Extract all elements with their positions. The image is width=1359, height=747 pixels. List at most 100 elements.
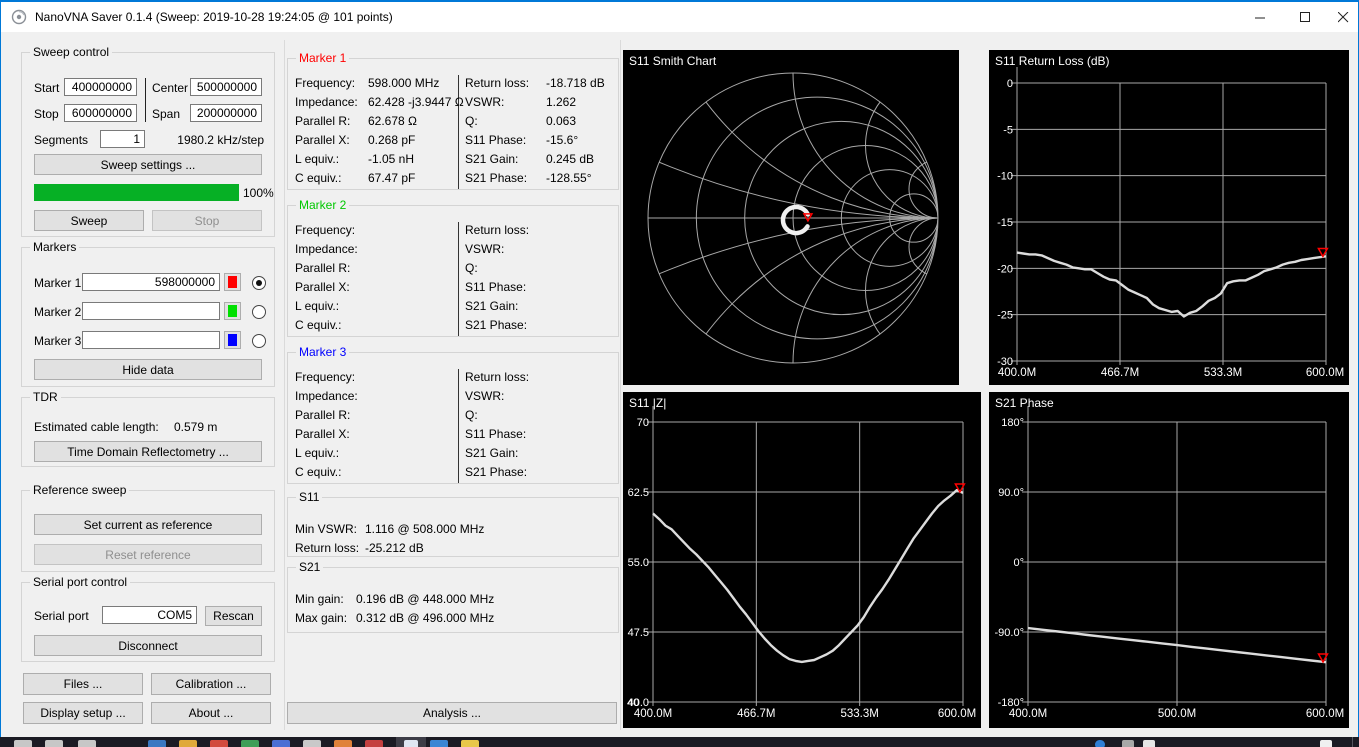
marker-1-color-swatch <box>228 276 237 288</box>
field-label: Return loss: <box>465 370 530 384</box>
reset-reference-button[interactable]: Reset reference <box>34 544 262 565</box>
marker-3-color-button[interactable] <box>224 331 241 349</box>
maximize-button[interactable] <box>1283 2 1328 32</box>
field-value: -1.05 nH <box>368 152 415 166</box>
search-icon[interactable] <box>45 740 63 747</box>
column-divider <box>458 222 459 336</box>
rescan-button[interactable]: Rescan <box>205 606 262 626</box>
app-icon-blue-3[interactable] <box>430 740 448 747</box>
start-button[interactable] <box>14 740 32 747</box>
app-icon-red-2[interactable] <box>365 740 383 747</box>
field-value: -15.6° <box>546 133 579 147</box>
tray-icon-1[interactable] <box>1122 740 1134 747</box>
tray-icon-2[interactable] <box>1143 740 1155 747</box>
center-frequency-input[interactable] <box>190 78 262 96</box>
close-button[interactable] <box>1328 2 1359 32</box>
chart-title: S11 |Z| <box>629 396 666 410</box>
stop-frequency-input[interactable] <box>64 104 137 122</box>
minimize-button[interactable] <box>1238 2 1283 32</box>
marker-2-frequency-input[interactable] <box>82 302 220 320</box>
field-label: Parallel X: <box>295 133 350 147</box>
start-frequency-input[interactable] <box>64 78 137 96</box>
x-tick-label: 400.0M <box>1009 708 1047 720</box>
set-reference-button[interactable]: Set current as reference <box>34 514 262 535</box>
marker-2-panel-title: Marker 2 <box>296 198 350 212</box>
y-tick-label: -20 <box>997 263 1013 275</box>
stop-button[interactable]: Stop <box>152 210 262 231</box>
x-tick-label: 533.3M <box>1204 367 1242 379</box>
panel-divider-right <box>620 40 621 730</box>
notification-area-icon[interactable] <box>1320 740 1332 747</box>
task-view-icon[interactable] <box>78 740 96 747</box>
span-frequency-input[interactable] <box>190 104 262 122</box>
show-desktop-divider[interactable] <box>1352 737 1353 747</box>
chart-title: S21 Phase <box>995 396 1054 410</box>
sweep-button[interactable]: Sweep <box>34 210 144 231</box>
field-label: Frequency: <box>295 76 356 90</box>
app-icon-yellow-2[interactable] <box>461 740 479 747</box>
app-icon-green[interactable] <box>241 740 259 747</box>
app-icon-orange[interactable] <box>334 740 352 747</box>
field-label: S21 Phase: <box>465 318 528 332</box>
tray-blue-dot[interactable] <box>1095 740 1105 747</box>
disconnect-button[interactable]: Disconnect <box>34 635 262 656</box>
y-tick-label: 0 <box>1007 78 1013 90</box>
cable-length-value: 0.579 m <box>174 420 218 434</box>
marker-3-panel-title: Marker 3 <box>296 345 350 359</box>
marker-3-active-radio[interactable] <box>252 334 266 348</box>
sweep-settings-button[interactable]: Sweep settings ... <box>34 154 262 175</box>
s21-summary-title: S21 <box>296 560 324 574</box>
field-label: S21 Phase: <box>465 465 528 479</box>
step-size-text: 1980.2 kHz/step <box>177 133 264 147</box>
app-icon-red[interactable] <box>210 740 228 747</box>
s11-smith-chart[interactable]: S11 Smith Chart <box>623 50 959 385</box>
marker-2-active-radio[interactable] <box>252 305 266 319</box>
marker-3-frequency-input[interactable] <box>82 331 220 349</box>
field-label: Q: <box>465 408 478 422</box>
calibration-button[interactable]: Calibration ... <box>151 673 271 695</box>
titlebar[interactable]: NanoVNA Saver 0.1.4 (Sweep: 2019-10-28 1… <box>1 2 1358 32</box>
marker-2-color-button[interactable] <box>224 302 241 320</box>
analysis-button[interactable]: Analysis ... <box>287 702 617 724</box>
field-label: S21 Gain: <box>465 299 519 313</box>
marker-1-active-radio[interactable] <box>252 276 266 290</box>
serial-port-group: Serial port control Serial port Rescan D… <box>21 575 275 662</box>
files-button[interactable]: Files ... <box>23 673 143 695</box>
x-tick-label: 600.0M <box>938 708 976 720</box>
app-icon-gray[interactable] <box>303 740 321 747</box>
hide-data-button[interactable]: Hide data <box>34 359 262 380</box>
window-title: NanoVNA Saver 0.1.4 (Sweep: 2019-10-28 1… <box>35 10 393 24</box>
x-tick-label: 400.0M <box>634 708 672 720</box>
reference-sweep-group: Reference sweep Set current as reference… <box>21 483 275 572</box>
field-label: S21 Gain: <box>465 152 519 166</box>
field-value: 67.47 pF <box>368 171 416 185</box>
markers-group-title: Markers <box>30 240 80 254</box>
field-value: 0.245 dB <box>546 152 595 166</box>
y-tick-label: -10 <box>997 171 1013 183</box>
s21-phase-chart[interactable]: S21 Phase 180° 90.0° 0° -90.0° -180° 400.0M 500… <box>989 392 1349 728</box>
app-icon-yellow[interactable] <box>179 740 197 747</box>
windows-taskbar[interactable] <box>0 737 1359 747</box>
about-button[interactable]: About ... <box>151 702 271 724</box>
nanovna-saver-taskbar-item[interactable] <box>396 737 426 747</box>
main-content: Sweep control Start Center Stop Span Seg… <box>1 32 1358 737</box>
field-label: VSWR: <box>465 389 505 403</box>
tdr-group-title: TDR <box>30 390 61 404</box>
serial-port-input[interactable] <box>102 606 197 624</box>
field-label: Return loss: <box>465 76 530 90</box>
field-value: 598.000 MHz <box>368 76 440 90</box>
y-tick-label: 55.0 <box>628 557 649 569</box>
segments-input[interactable] <box>100 130 145 148</box>
min-vswr-label: Min VSWR: <box>295 522 358 536</box>
marker-2-label: Marker 2 <box>34 305 82 319</box>
marker-1-frequency-input[interactable] <box>82 273 220 291</box>
s11-impedance-magnitude-chart[interactable]: S11 |Z| 70 62.5 55.0 47.5 40.0 40 400.0M 466.7M 5… <box>623 392 981 728</box>
tdr-button[interactable]: Time Domain Reflectometry ... <box>34 441 262 462</box>
display-setup-button[interactable]: Display setup ... <box>23 702 143 724</box>
app-icon-blue-2[interactable] <box>272 740 290 747</box>
marker-1-color-button[interactable] <box>224 273 241 291</box>
field-value: 1.262 <box>546 95 577 109</box>
s11-return-loss-chart[interactable]: S11 Return Loss (dB) 0 -5 -10 -15 -20 -25 -30 40… <box>989 50 1349 385</box>
app-icon-blue[interactable] <box>148 740 166 747</box>
app-window: NanoVNA Saver 0.1.4 (Sweep: 2019-10-28 1… <box>0 0 1359 747</box>
